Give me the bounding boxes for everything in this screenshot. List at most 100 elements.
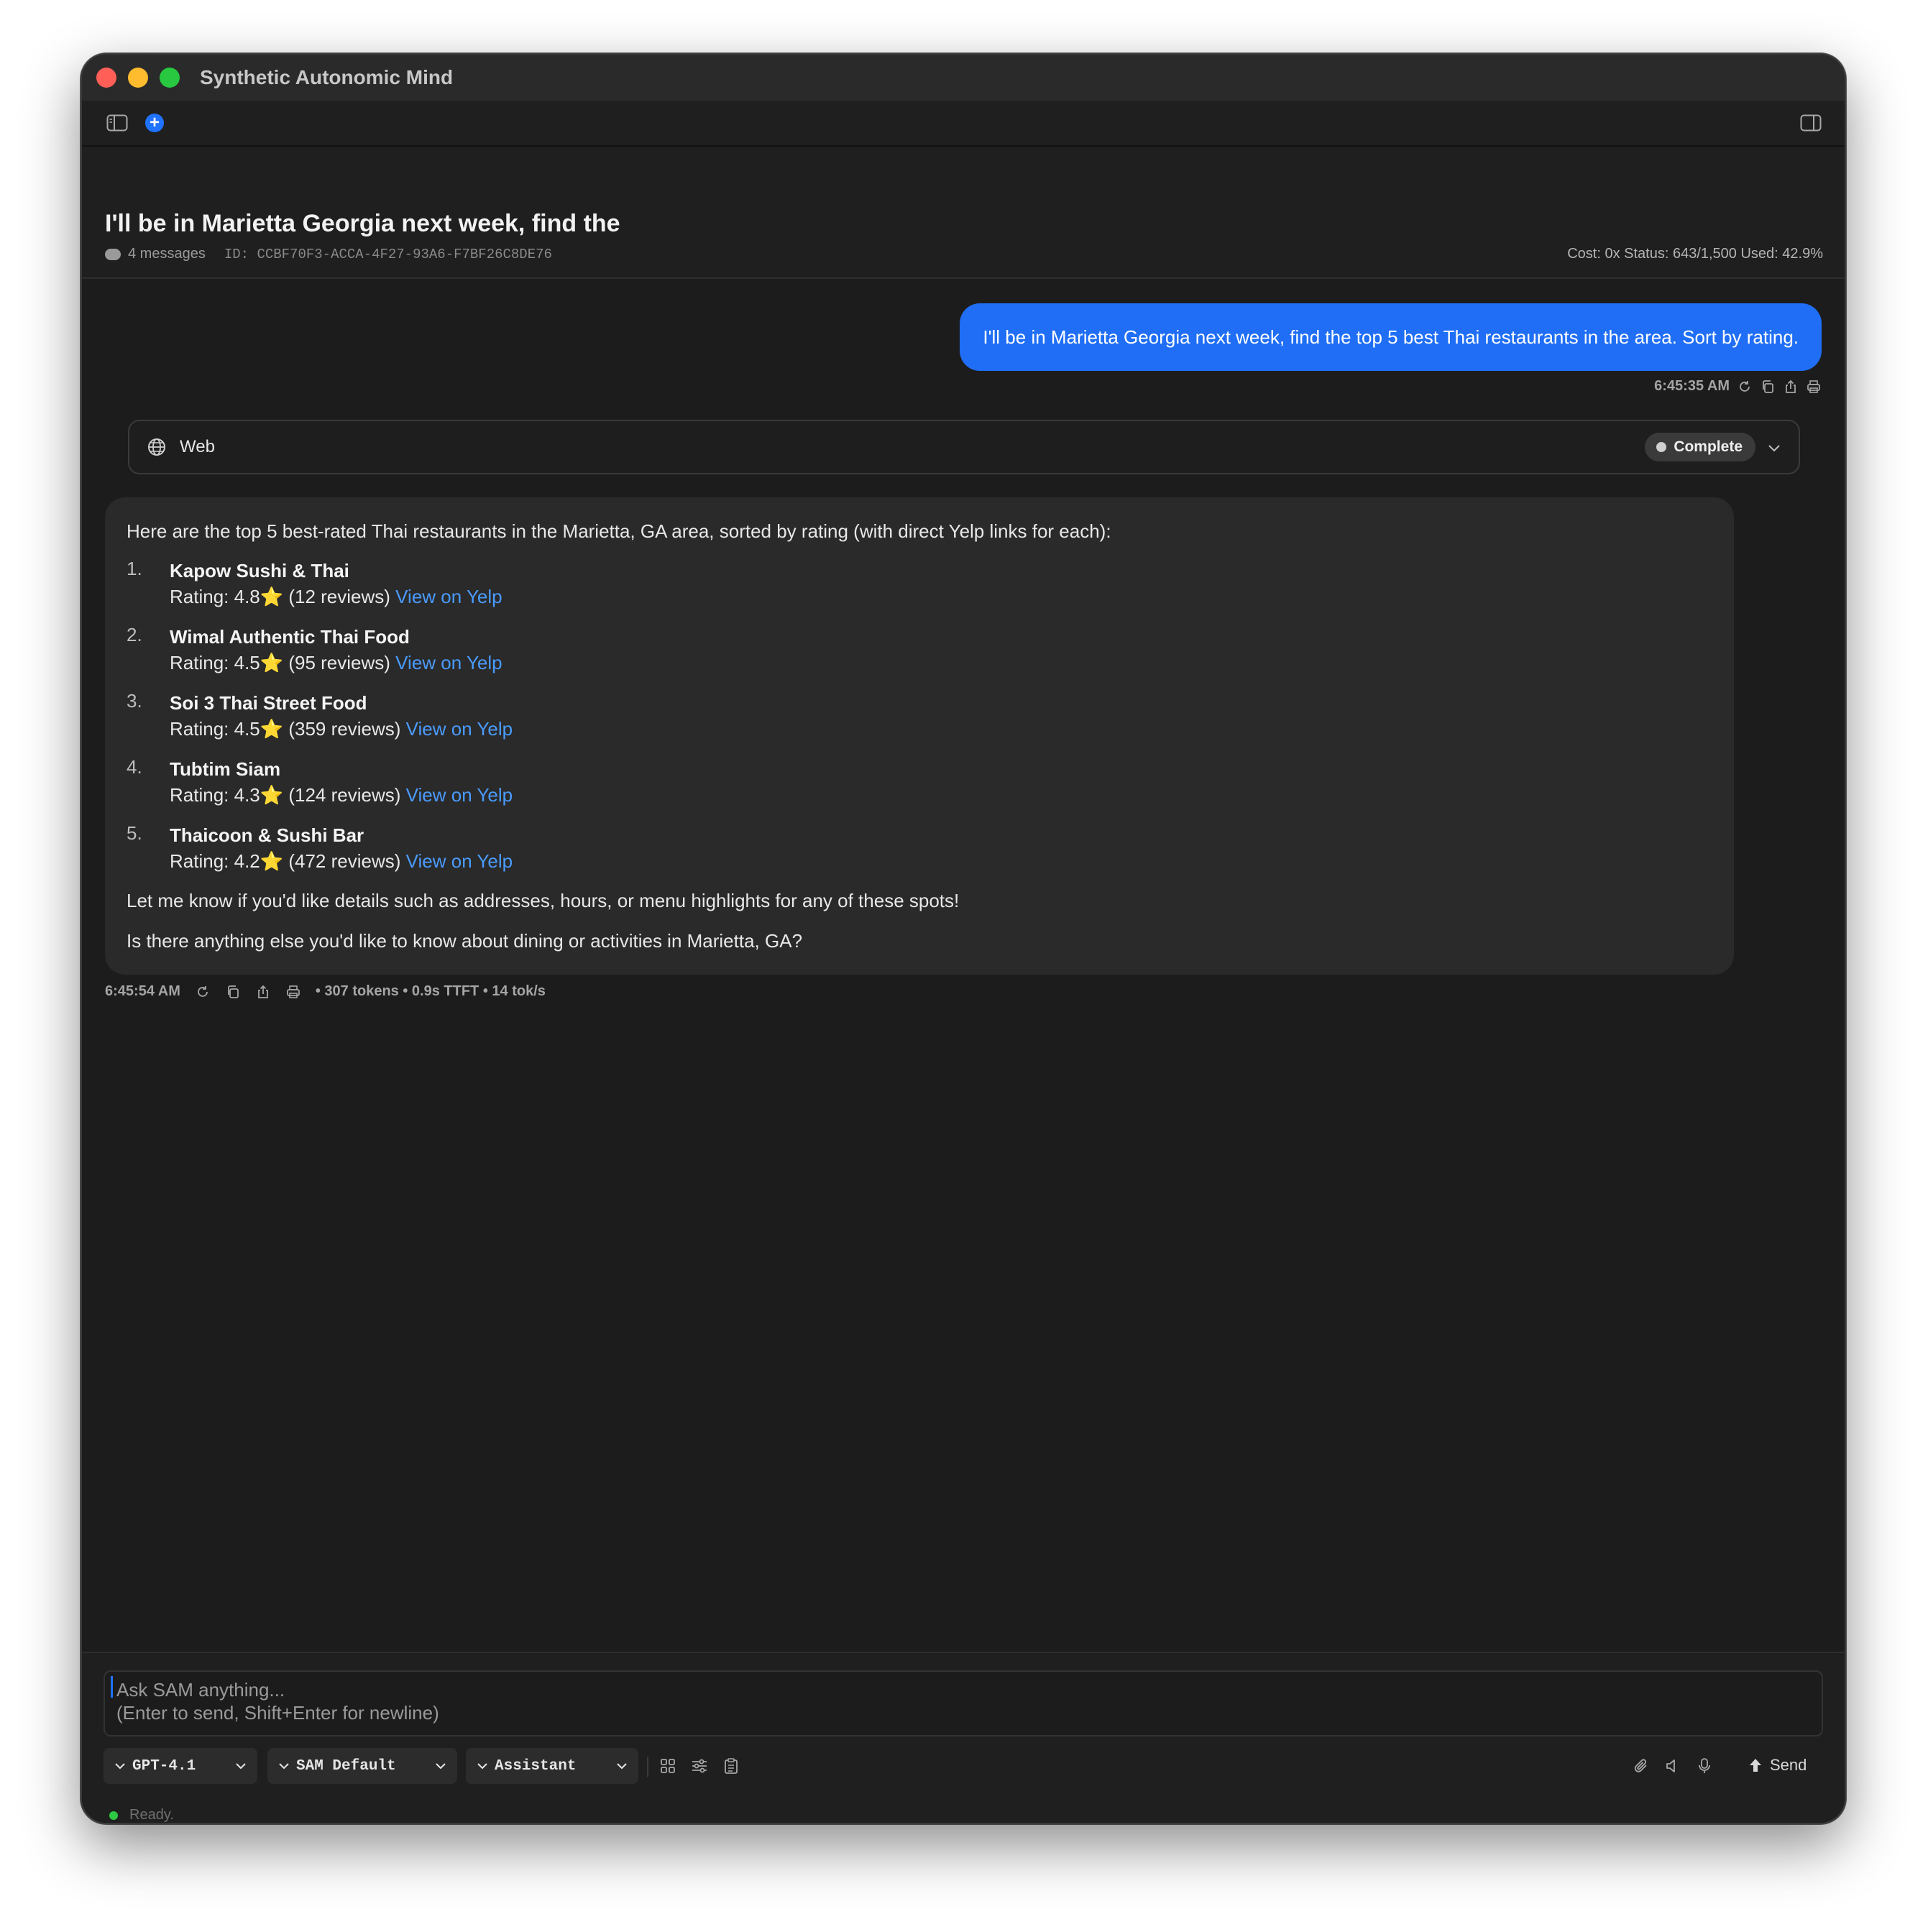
- chevron-down-icon: [236, 1763, 246, 1770]
- microphone-icon[interactable]: [1694, 1755, 1715, 1777]
- assistant-message-bubble: Here are the top 5 best-rated Thai resta…: [105, 497, 1734, 975]
- restaurant-rating: Rating: 4.5⭐ (95 reviews) View on Yelp: [170, 650, 502, 676]
- review-count: (124 reviews): [283, 784, 406, 806]
- list-number: 1.: [127, 558, 142, 579]
- close-window-button[interactable]: [96, 68, 116, 88]
- list-number: 5.: [127, 822, 142, 844]
- star-icon: ⭐: [260, 652, 284, 673]
- persona-label: Assistant: [495, 1757, 577, 1775]
- input-placeholder-line2: (Enter to send, Shift+Enter for newline): [116, 1702, 439, 1724]
- sliders-icon[interactable]: [689, 1755, 710, 1777]
- restaurant-name: Tubtim Siam: [170, 758, 281, 780]
- review-count: (12 reviews): [283, 586, 396, 607]
- plus-circle-icon: +: [145, 114, 164, 132]
- persona-selector[interactable]: Assistant: [466, 1748, 638, 1784]
- clipboard-icon[interactable]: [720, 1755, 742, 1777]
- toolbar-divider: [647, 1757, 648, 1777]
- restaurant-rating: Rating: 4.8⭐ (12 reviews) View on Yelp: [170, 584, 502, 610]
- model-selector-label: GPT-4.1: [132, 1757, 196, 1775]
- status-text: Ready.: [129, 1807, 174, 1823]
- assistant-followup: Let me know if you'd like details such a…: [127, 890, 960, 911]
- restaurant-name: Soi 3 Thai Street Food: [170, 692, 367, 714]
- window-title: Synthetic Autonomic Mind: [200, 66, 454, 88]
- conversation-id: ID: CCBF70F3-ACCA-4F27-93A6-F7BF26C8DE76: [224, 246, 552, 262]
- sidebar-toggle-icon[interactable]: [105, 111, 129, 135]
- usage-stats: Cost: 0x Status: 643/1,500 Used: 42.9%: [1567, 246, 1823, 262]
- grid-icon[interactable]: [657, 1755, 679, 1777]
- star-icon: ⭐: [260, 586, 284, 607]
- copy-icon[interactable]: [1760, 379, 1776, 395]
- toolbar: +: [82, 101, 1845, 147]
- rating-value: Rating: 4.5: [170, 718, 260, 740]
- yelp-link[interactable]: View on Yelp: [406, 850, 513, 872]
- message-count: 4 messages: [105, 246, 206, 262]
- message-count-label: 4 messages: [128, 246, 206, 262]
- chevron-down-icon: [477, 1763, 487, 1770]
- rating-value: Rating: 4.3: [170, 784, 260, 806]
- list-number: 4.: [127, 756, 142, 778]
- system-prompt-selector[interactable]: SAM Default: [267, 1748, 457, 1784]
- chevron-down-icon: [115, 1763, 125, 1770]
- globe-icon: [147, 437, 167, 457]
- arrow-up-icon: [1750, 1759, 1761, 1772]
- generation-metrics: • 307 tokens • 0.9s TTFT • 14 tok/s: [315, 983, 546, 999]
- tool-status-badge: Complete: [1645, 433, 1755, 461]
- model-selector[interactable]: GPT-4.1: [104, 1748, 257, 1784]
- share-icon[interactable]: [1783, 379, 1799, 395]
- review-count: (95 reviews): [283, 652, 396, 673]
- system-prompt-label: SAM Default: [296, 1757, 396, 1775]
- conversation-meta: 4 messages ID: CCBF70F3-ACCA-4F27-93A6-F…: [105, 246, 552, 262]
- share-icon[interactable]: [255, 984, 271, 1000]
- user-message-time: 6:45:35 AM: [1654, 378, 1730, 394]
- yelp-link[interactable]: View on Yelp: [395, 652, 502, 673]
- message-input[interactable]: Ask SAM anything... (Enter to send, Shif…: [104, 1670, 1823, 1736]
- restaurant-rating: Rating: 4.5⭐ (359 reviews) View on Yelp: [170, 716, 513, 742]
- review-count: (359 reviews): [283, 718, 406, 740]
- ready-indicator-icon: [109, 1811, 118, 1820]
- assistant-message-meta: 6:45:54 AM • 307 tokens • 0.9s TTFT • 14…: [105, 983, 546, 1000]
- yelp-link[interactable]: View on Yelp: [395, 586, 502, 607]
- conversation-header: I'll be in Marietta Georgia next week, f…: [82, 147, 1845, 279]
- new-chat-button[interactable]: +: [142, 111, 167, 135]
- composer: Ask SAM anything... (Enter to send, Shif…: [82, 1652, 1845, 1823]
- star-icon: ⭐: [260, 718, 284, 740]
- print-icon[interactable]: [1806, 379, 1822, 395]
- tool-status-label: Complete: [1674, 438, 1743, 455]
- list-number: 3.: [127, 690, 142, 712]
- chevron-down-icon[interactable]: [1766, 440, 1783, 457]
- input-placeholder-line1: Ask SAM anything...: [116, 1679, 285, 1701]
- status-bar: Ready.: [109, 1807, 174, 1823]
- retry-icon[interactable]: [1737, 379, 1753, 395]
- text-caret: [111, 1676, 113, 1698]
- user-message-meta: 6:45:35 AM: [1654, 378, 1822, 395]
- send-button[interactable]: Send: [1748, 1751, 1807, 1780]
- yelp-link[interactable]: View on Yelp: [406, 718, 513, 740]
- paperclip-icon[interactable]: [1630, 1755, 1652, 1777]
- rating-value: Rating: 4.5: [170, 652, 260, 673]
- send-button-label: Send: [1770, 1756, 1807, 1774]
- print-icon[interactable]: [285, 984, 301, 1000]
- user-message-bubble: I'll be in Marietta Georgia next week, f…: [960, 303, 1822, 371]
- list-number: 2.: [127, 624, 142, 645]
- restaurant-rating: Rating: 4.3⭐ (124 reviews) View on Yelp: [170, 782, 513, 808]
- restaurant-name: Thaicoon & Sushi Bar: [170, 824, 364, 846]
- assistant-question: Is there anything else you'd like to kno…: [127, 930, 803, 952]
- inspector-toggle-icon[interactable]: [1799, 111, 1823, 135]
- star-icon: ⭐: [260, 784, 284, 806]
- yelp-link[interactable]: View on Yelp: [406, 784, 513, 806]
- status-dot-icon: [1656, 442, 1667, 452]
- minimize-window-button[interactable]: [128, 68, 148, 88]
- restaurant-name: Wimal Authentic Thai Food: [170, 626, 410, 648]
- speaker-icon[interactable]: [1662, 1755, 1684, 1777]
- window-controls: [96, 68, 180, 88]
- star-icon: ⭐: [260, 850, 284, 872]
- chevron-down-icon: [617, 1763, 627, 1770]
- restaurant-name: Kapow Sushi & Thai: [170, 560, 349, 581]
- assistant-message-time: 6:45:54 AM: [105, 983, 180, 999]
- tool-call-card[interactable]: Web Complete: [128, 420, 1800, 474]
- chat-bubble-icon: [105, 248, 121, 260]
- retry-icon[interactable]: [195, 984, 211, 1000]
- copy-icon[interactable]: [225, 984, 241, 1000]
- review-count: (472 reviews): [283, 850, 406, 872]
- zoom-window-button[interactable]: [160, 68, 180, 88]
